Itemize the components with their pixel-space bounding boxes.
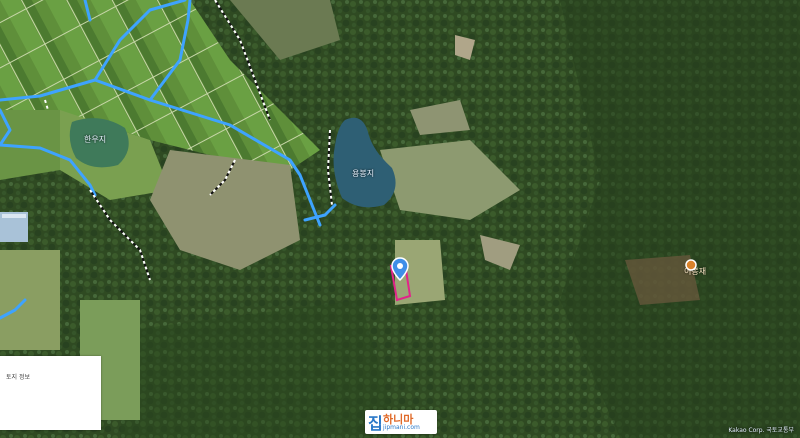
info-card-text: 토지 정보: [6, 374, 30, 381]
site-logo[interactable]: 집 하니마 jipmani.com: [365, 410, 437, 434]
info-card[interactable]: 토지 정보: [0, 356, 101, 430]
location-pin-icon[interactable]: [391, 257, 409, 281]
map-imagery: [0, 0, 800, 438]
reservoir-label-left: 한우지: [84, 135, 107, 144]
satellite-map[interactable]: 한우지 용봉지 이봉재 토지 정보 집 하니마 jipmani.com Kaka…: [0, 0, 800, 438]
logo-glyph: 집: [368, 414, 383, 433]
reservoir-label-center: 용봉지: [352, 169, 375, 178]
logo-sub: jipmani.com: [383, 424, 420, 431]
poi-marker-icon[interactable]: [684, 258, 698, 272]
map-copyright: Kakao Corp. 국토교통부: [728, 427, 794, 434]
